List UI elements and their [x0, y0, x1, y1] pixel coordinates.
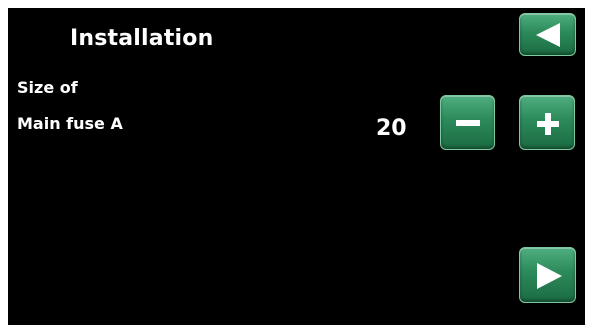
minus-icon — [456, 120, 480, 126]
setting-label-line1: Size of — [17, 78, 78, 97]
increase-button[interactable] — [519, 95, 575, 150]
setting-label-line2: Main fuse A — [17, 114, 123, 133]
setting-value: 20 — [376, 116, 407, 141]
display-screen: Installation Size of Main fuse A 20 — [8, 8, 585, 325]
plus-icon — [537, 113, 559, 135]
forward-button[interactable] — [519, 247, 576, 303]
page-title: Installation — [70, 26, 214, 51]
decrease-button[interactable] — [440, 95, 495, 150]
back-arrow-icon — [536, 23, 560, 47]
forward-arrow-icon — [537, 263, 562, 289]
back-button[interactable] — [519, 13, 576, 56]
